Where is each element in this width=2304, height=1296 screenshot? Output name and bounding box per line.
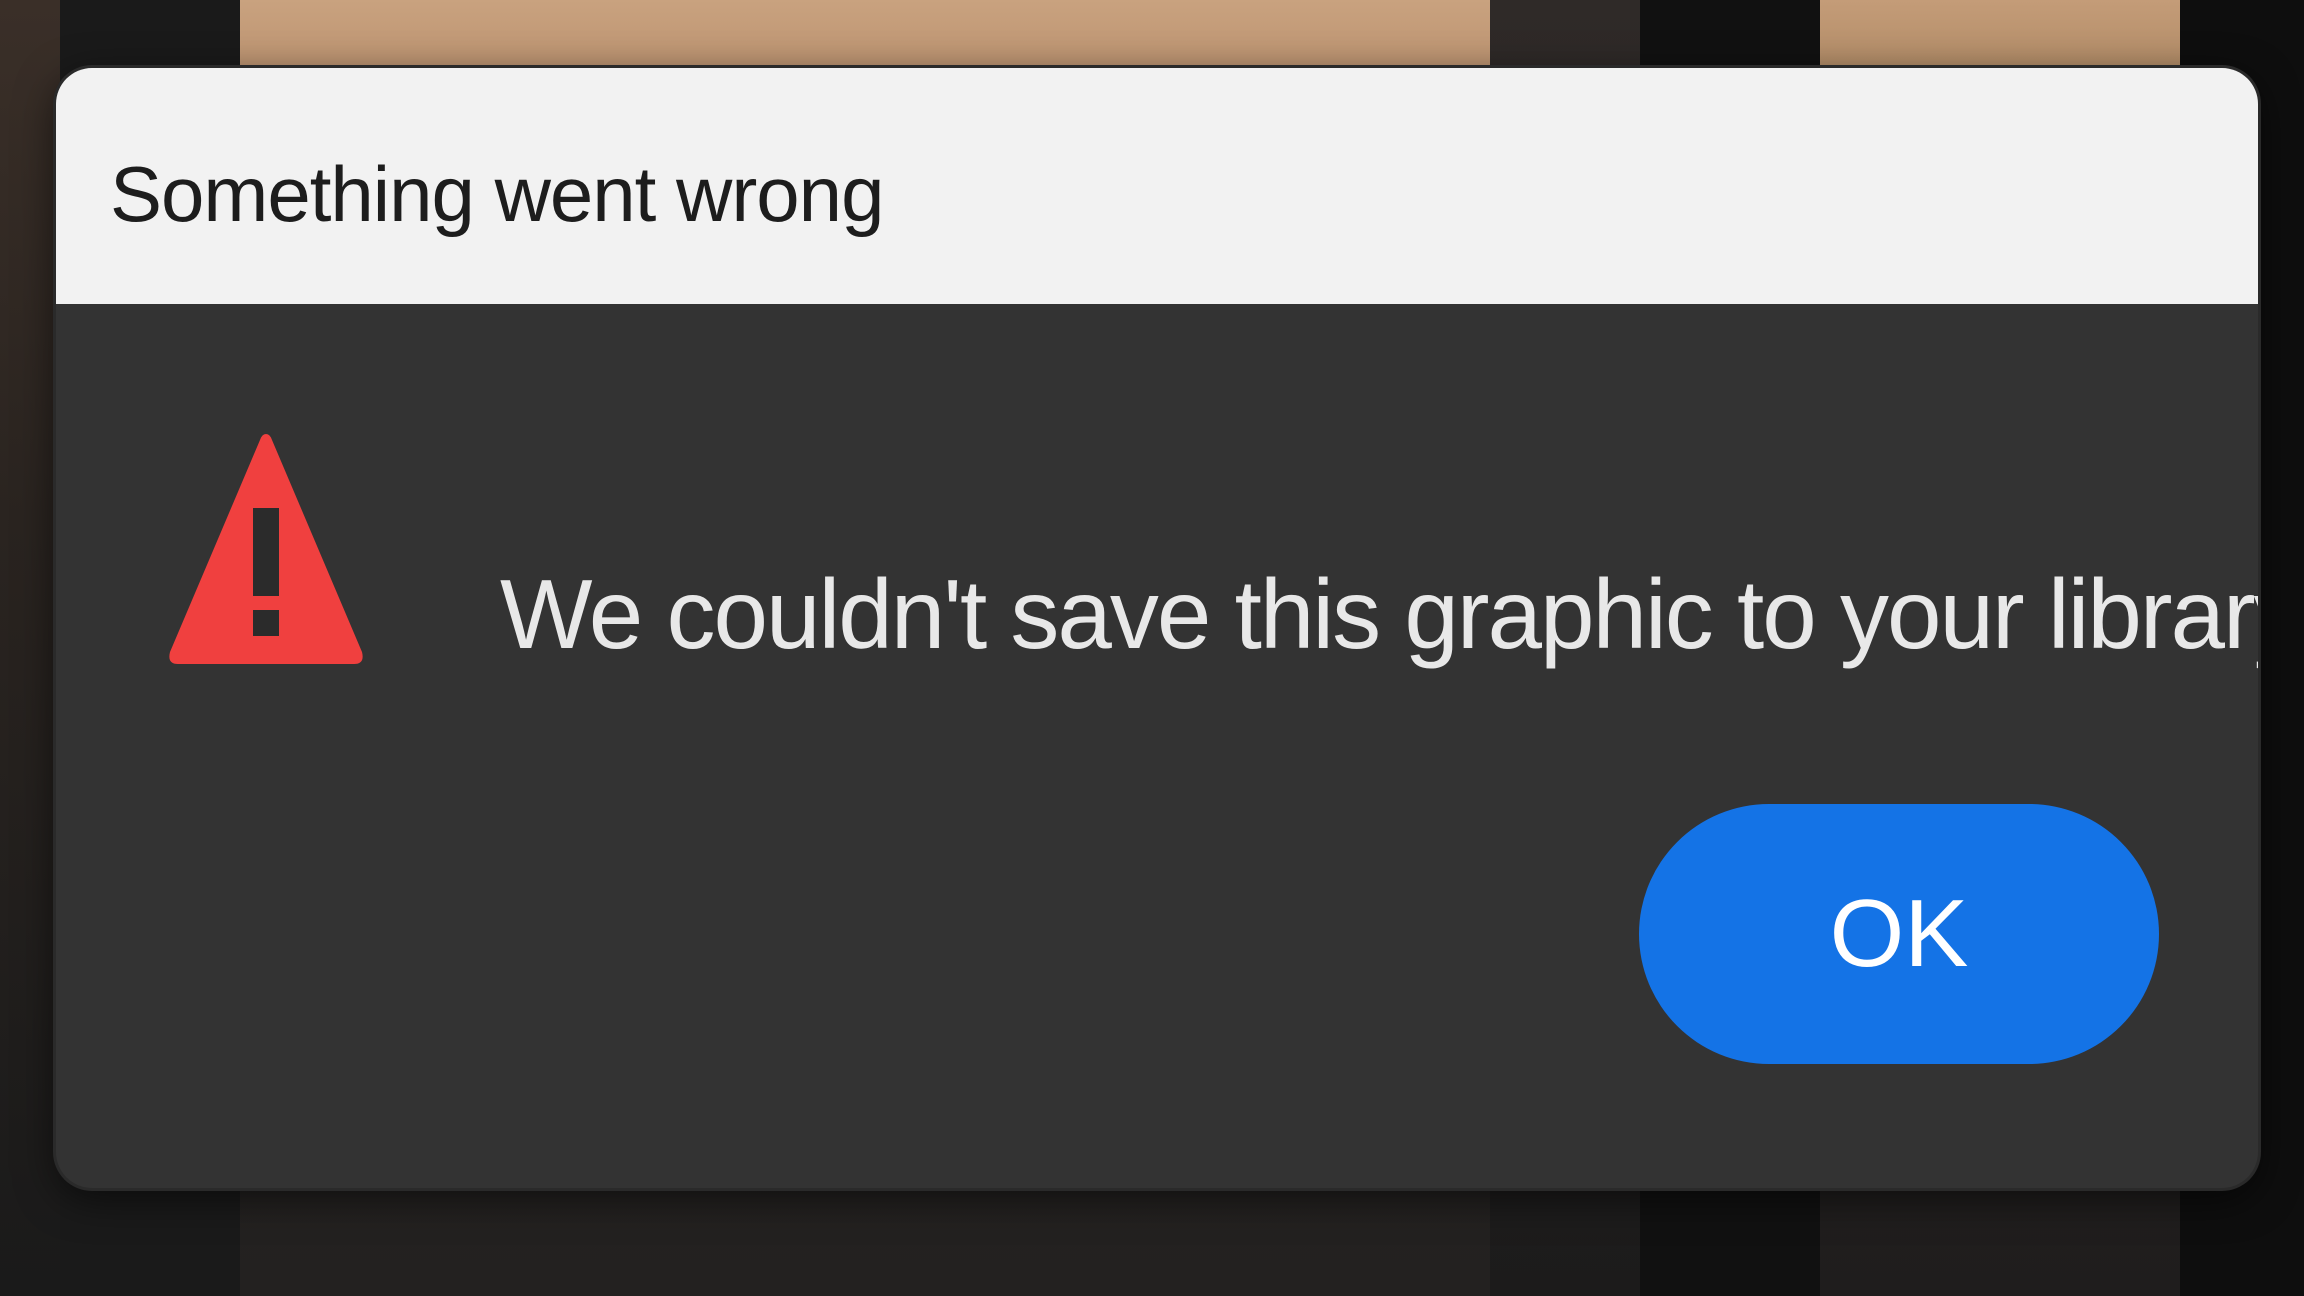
background-panel xyxy=(0,0,60,1296)
dialog-title: Something went wrong xyxy=(110,149,884,238)
error-dialog: Something went wrong We couldn't save th… xyxy=(56,68,2258,1188)
dialog-title-bar: Something went wrong xyxy=(56,68,2258,304)
warning-icon xyxy=(166,426,366,672)
dialog-message: We couldn't save this graphic to your li… xyxy=(500,559,2258,669)
ok-button[interactable]: OK xyxy=(1639,804,2159,1064)
